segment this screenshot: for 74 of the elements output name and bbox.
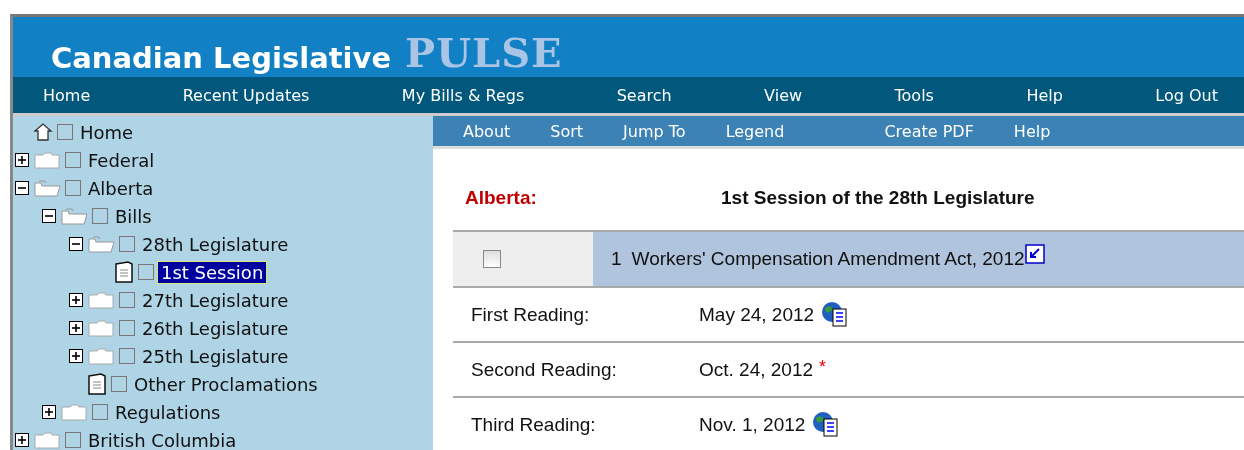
subnav-link[interactable]: Help	[1013, 121, 1051, 141]
nav-link[interactable]: Recent Updates	[182, 85, 310, 105]
folder-icon	[60, 402, 88, 422]
tree-item[interactable]: Federal	[85, 149, 158, 171]
tree-checkbox[interactable]	[119, 236, 135, 252]
expand-icon[interactable]	[15, 153, 29, 167]
reading-date: May 24, 2012	[699, 303, 815, 326]
expand-icon[interactable]	[69, 321, 83, 335]
document-icon	[87, 373, 107, 395]
tree-checkbox[interactable]	[92, 404, 108, 420]
tree-checkbox[interactable]	[65, 152, 81, 168]
subnav-link[interactable]: About	[463, 121, 511, 141]
folder-icon	[33, 150, 61, 170]
folder-icon	[87, 290, 115, 310]
tree-checkbox[interactable]	[65, 180, 81, 196]
bill-checkbox[interactable]	[483, 250, 501, 268]
open-folder-icon	[33, 178, 61, 198]
folder-icon	[87, 346, 115, 366]
home-icon	[33, 122, 53, 142]
export-icon[interactable]	[1024, 244, 1045, 264]
tree-item[interactable]: 1st Session	[158, 261, 267, 283]
tree-checkbox[interactable]	[65, 432, 81, 448]
subnav-link[interactable]: Create PDF	[884, 121, 974, 141]
tree-item[interactable]: Bills	[112, 205, 155, 227]
expand-icon[interactable]	[15, 433, 29, 447]
bill-number: 1	[611, 248, 622, 270]
subnav-link[interactable]: Legend	[725, 121, 785, 141]
jurisdiction-label: Alberta:	[465, 187, 538, 211]
open-folder-icon	[60, 206, 88, 226]
expand-icon[interactable]	[42, 405, 56, 419]
tree-checkbox[interactable]	[119, 292, 135, 308]
nav-link[interactable]: Log Out	[1155, 85, 1218, 105]
tree-item[interactable]: Regulations	[112, 401, 224, 423]
tree-item[interactable]: 27th Legislature	[139, 289, 292, 311]
expand-icon[interactable]	[69, 349, 83, 363]
tree-checkbox[interactable]	[138, 264, 154, 280]
open-folder-icon	[87, 234, 115, 254]
document-icon	[114, 261, 134, 283]
nav-link[interactable]: Tools	[894, 85, 934, 105]
folder-icon	[87, 318, 115, 338]
tree-item[interactable]: 28th Legislature	[139, 233, 292, 255]
tree-checkbox[interactable]	[119, 320, 135, 336]
collapse-icon[interactable]	[15, 181, 29, 195]
reading-label: Second Reading:	[470, 358, 618, 381]
bill-title[interactable]: Workers' Compensation Amendment Act, 2012	[631, 248, 1025, 270]
tree-item[interactable]: 25th Legislature	[139, 345, 292, 367]
tree-item[interactable]: Home	[77, 121, 137, 143]
tree-checkbox[interactable]	[119, 348, 135, 364]
expand-icon[interactable]	[69, 293, 83, 307]
session-heading: 1st Session of the 28th Legislature	[721, 187, 1035, 211]
subnav-link[interactable]: Jump To	[623, 121, 686, 141]
tree-item[interactable]: Alberta	[85, 177, 157, 199]
nav-link[interactable]: Home	[43, 85, 91, 105]
collapse-icon[interactable]	[69, 237, 83, 251]
tree-item[interactable]: British Columbia	[85, 429, 240, 450]
site-title: Canadian Legislative	[51, 44, 392, 73]
folder-icon	[33, 430, 61, 450]
reading-label: Third Reading:	[470, 413, 597, 436]
nav-link[interactable]: Help	[1026, 85, 1063, 105]
reading-label: First Reading:	[470, 303, 591, 326]
nav-link[interactable]: Search	[616, 85, 672, 105]
tree-checkbox[interactable]	[57, 124, 73, 140]
tree-checkbox[interactable]	[111, 376, 127, 392]
reading-date: Nov. 1, 2012	[699, 413, 806, 436]
note-mark: *	[819, 357, 827, 378]
subnav-link[interactable]: Sort	[550, 121, 584, 141]
site-logo: PULSE	[405, 33, 563, 73]
nav-link[interactable]: View	[764, 85, 803, 105]
tree-checkbox[interactable]	[92, 208, 108, 224]
reading-date: Oct. 24, 2012	[699, 358, 814, 381]
collapse-icon[interactable]	[42, 209, 56, 223]
tree-item[interactable]: 26th Legislature	[139, 317, 292, 339]
tree-item[interactable]: Other Proclamations	[131, 373, 321, 395]
nav-link[interactable]: My Bills & Regs	[401, 85, 525, 105]
